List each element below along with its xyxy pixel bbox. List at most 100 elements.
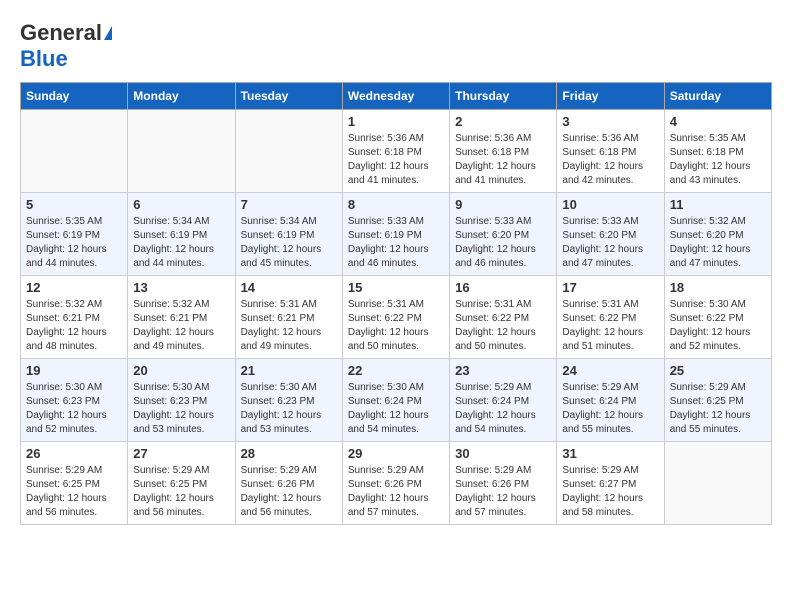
day-number: 4 bbox=[670, 114, 766, 129]
day-number: 31 bbox=[562, 446, 658, 461]
day-number: 9 bbox=[455, 197, 551, 212]
calendar-cell bbox=[664, 442, 771, 525]
day-info: Sunrise: 5:35 AM Sunset: 6:19 PM Dayligh… bbox=[26, 215, 122, 271]
day-info: Sunrise: 5:32 AM Sunset: 6:21 PM Dayligh… bbox=[133, 298, 229, 354]
calendar-header-saturday: Saturday bbox=[664, 83, 771, 110]
calendar-week-row: 26 Sunrise: 5:29 AM Sunset: 6:25 PM Dayli… bbox=[21, 442, 772, 525]
calendar-cell: 2 Sunrise: 5:36 AM Sunset: 6:18 PM Daylig… bbox=[450, 110, 557, 193]
day-info: Sunrise: 5:33 AM Sunset: 6:20 PM Dayligh… bbox=[455, 215, 551, 271]
day-number: 18 bbox=[670, 280, 766, 295]
day-number: 30 bbox=[455, 446, 551, 461]
day-info: Sunrise: 5:30 AM Sunset: 6:23 PM Dayligh… bbox=[241, 381, 337, 437]
day-number: 16 bbox=[455, 280, 551, 295]
day-number: 21 bbox=[241, 363, 337, 378]
day-info: Sunrise: 5:29 AM Sunset: 6:25 PM Dayligh… bbox=[670, 381, 766, 437]
day-info: Sunrise: 5:31 AM Sunset: 6:22 PM Dayligh… bbox=[348, 298, 444, 354]
calendar-cell: 15 Sunrise: 5:31 AM Sunset: 6:22 PM Dayli… bbox=[342, 276, 449, 359]
calendar-header-friday: Friday bbox=[557, 83, 664, 110]
logo-blue-text: Blue bbox=[20, 46, 68, 72]
calendar-header-thursday: Thursday bbox=[450, 83, 557, 110]
day-info: Sunrise: 5:32 AM Sunset: 6:20 PM Dayligh… bbox=[670, 215, 766, 271]
day-info: Sunrise: 5:29 AM Sunset: 6:27 PM Dayligh… bbox=[562, 464, 658, 520]
calendar-cell bbox=[235, 110, 342, 193]
calendar-cell: 22 Sunrise: 5:30 AM Sunset: 6:24 PM Dayli… bbox=[342, 359, 449, 442]
day-number: 29 bbox=[348, 446, 444, 461]
day-info: Sunrise: 5:35 AM Sunset: 6:18 PM Dayligh… bbox=[670, 132, 766, 188]
calendar-cell: 9 Sunrise: 5:33 AM Sunset: 6:20 PM Daylig… bbox=[450, 193, 557, 276]
day-info: Sunrise: 5:29 AM Sunset: 6:24 PM Dayligh… bbox=[562, 381, 658, 437]
calendar-week-row: 19 Sunrise: 5:30 AM Sunset: 6:23 PM Dayli… bbox=[21, 359, 772, 442]
calendar-cell: 12 Sunrise: 5:32 AM Sunset: 6:21 PM Dayli… bbox=[21, 276, 128, 359]
calendar-cell: 4 Sunrise: 5:35 AM Sunset: 6:18 PM Daylig… bbox=[664, 110, 771, 193]
calendar-cell: 18 Sunrise: 5:30 AM Sunset: 6:22 PM Dayli… bbox=[664, 276, 771, 359]
day-info: Sunrise: 5:31 AM Sunset: 6:22 PM Dayligh… bbox=[455, 298, 551, 354]
day-info: Sunrise: 5:29 AM Sunset: 6:26 PM Dayligh… bbox=[455, 464, 551, 520]
day-info: Sunrise: 5:30 AM Sunset: 6:23 PM Dayligh… bbox=[133, 381, 229, 437]
calendar-cell: 7Sunrise: 5:34 AM Sunset: 6:19 PM Daylig… bbox=[235, 193, 342, 276]
calendar-cell: 6 Sunrise: 5:34 AM Sunset: 6:19 PM Daylig… bbox=[128, 193, 235, 276]
calendar-cell: 29 Sunrise: 5:29 AM Sunset: 6:26 PM Dayli… bbox=[342, 442, 449, 525]
calendar-table: SundayMondayTuesdayWednesdayThursdayFrid… bbox=[20, 82, 772, 525]
day-info: Sunrise: 5:32 AM Sunset: 6:21 PM Dayligh… bbox=[26, 298, 122, 354]
day-info: Sunrise: 5:29 AM Sunset: 6:26 PM Dayligh… bbox=[241, 464, 337, 520]
day-info: Sunrise: 5:34 AM Sunset: 6:19 PM Dayligh… bbox=[241, 215, 337, 271]
calendar-header-tuesday: Tuesday bbox=[235, 83, 342, 110]
calendar-cell: 17Sunrise: 5:31 AM Sunset: 6:22 PM Dayli… bbox=[557, 276, 664, 359]
calendar-cell: 26Sunrise: 5:29 AM Sunset: 6:25 PM Dayli… bbox=[21, 442, 128, 525]
day-number: 22 bbox=[348, 363, 444, 378]
day-number: 24 bbox=[562, 363, 658, 378]
calendar-cell bbox=[128, 110, 235, 193]
calendar-header-sunday: Sunday bbox=[21, 83, 128, 110]
day-info: Sunrise: 5:30 AM Sunset: 6:22 PM Dayligh… bbox=[670, 298, 766, 354]
calendar-cell: 16 Sunrise: 5:31 AM Sunset: 6:22 PM Dayli… bbox=[450, 276, 557, 359]
calendar-cell bbox=[21, 110, 128, 193]
day-number: 28 bbox=[241, 446, 337, 461]
page-header: General Blue bbox=[20, 20, 772, 72]
calendar-cell: 14Sunrise: 5:31 AM Sunset: 6:21 PM Dayli… bbox=[235, 276, 342, 359]
day-info: Sunrise: 5:30 AM Sunset: 6:24 PM Dayligh… bbox=[348, 381, 444, 437]
calendar-header-row: SundayMondayTuesdayWednesdayThursdayFrid… bbox=[21, 83, 772, 110]
day-info: Sunrise: 5:29 AM Sunset: 6:24 PM Dayligh… bbox=[455, 381, 551, 437]
logo: General Blue bbox=[20, 20, 112, 72]
day-number: 2 bbox=[455, 114, 551, 129]
day-number: 1 bbox=[348, 114, 444, 129]
day-info: Sunrise: 5:36 AM Sunset: 6:18 PM Dayligh… bbox=[562, 132, 658, 188]
day-number: 15 bbox=[348, 280, 444, 295]
day-info: Sunrise: 5:30 AM Sunset: 6:23 PM Dayligh… bbox=[26, 381, 122, 437]
day-number: 5 bbox=[26, 197, 122, 212]
calendar-week-row: 1 Sunrise: 5:36 AM Sunset: 6:18 PM Daylig… bbox=[21, 110, 772, 193]
day-info: Sunrise: 5:34 AM Sunset: 6:19 PM Dayligh… bbox=[133, 215, 229, 271]
calendar-cell: 11 Sunrise: 5:32 AM Sunset: 6:20 PM Dayli… bbox=[664, 193, 771, 276]
day-number: 6 bbox=[133, 197, 229, 212]
calendar-cell: 20Sunrise: 5:30 AM Sunset: 6:23 PM Dayli… bbox=[128, 359, 235, 442]
day-number: 8 bbox=[348, 197, 444, 212]
day-number: 10 bbox=[562, 197, 658, 212]
day-info: Sunrise: 5:29 AM Sunset: 6:26 PM Dayligh… bbox=[348, 464, 444, 520]
calendar-cell: 24 Sunrise: 5:29 AM Sunset: 6:24 PM Dayli… bbox=[557, 359, 664, 442]
calendar-cell: 25 Sunrise: 5:29 AM Sunset: 6:25 PM Dayli… bbox=[664, 359, 771, 442]
calendar-cell: 1Sunrise: 5:36 AM Sunset: 6:18 PM Daylig… bbox=[342, 110, 449, 193]
calendar-cell: 30 Sunrise: 5:29 AM Sunset: 6:26 PM Dayli… bbox=[450, 442, 557, 525]
calendar-cell: 23Sunrise: 5:29 AM Sunset: 6:24 PM Dayli… bbox=[450, 359, 557, 442]
day-number: 25 bbox=[670, 363, 766, 378]
day-number: 11 bbox=[670, 197, 766, 212]
day-number: 12 bbox=[26, 280, 122, 295]
calendar-cell: 5 Sunrise: 5:35 AM Sunset: 6:19 PM Daylig… bbox=[21, 193, 128, 276]
calendar-header-wednesday: Wednesday bbox=[342, 83, 449, 110]
day-info: Sunrise: 5:33 AM Sunset: 6:19 PM Dayligh… bbox=[348, 215, 444, 271]
calendar-cell: 13 Sunrise: 5:32 AM Sunset: 6:21 PM Dayli… bbox=[128, 276, 235, 359]
calendar-cell: 27Sunrise: 5:29 AM Sunset: 6:25 PM Dayli… bbox=[128, 442, 235, 525]
calendar-cell: 3Sunrise: 5:36 AM Sunset: 6:18 PM Daylig… bbox=[557, 110, 664, 193]
day-number: 13 bbox=[133, 280, 229, 295]
day-info: Sunrise: 5:29 AM Sunset: 6:25 PM Dayligh… bbox=[133, 464, 229, 520]
logo-icon bbox=[104, 26, 112, 40]
day-info: Sunrise: 5:33 AM Sunset: 6:20 PM Dayligh… bbox=[562, 215, 658, 271]
day-number: 19 bbox=[26, 363, 122, 378]
day-info: Sunrise: 5:31 AM Sunset: 6:22 PM Dayligh… bbox=[562, 298, 658, 354]
day-info: Sunrise: 5:36 AM Sunset: 6:18 PM Dayligh… bbox=[455, 132, 551, 188]
day-number: 26 bbox=[26, 446, 122, 461]
calendar-week-row: 5 Sunrise: 5:35 AM Sunset: 6:19 PM Daylig… bbox=[21, 193, 772, 276]
calendar-cell: 8 Sunrise: 5:33 AM Sunset: 6:19 PM Daylig… bbox=[342, 193, 449, 276]
calendar-cell: 10 Sunrise: 5:33 AM Sunset: 6:20 PM Dayli… bbox=[557, 193, 664, 276]
calendar-cell: 28 Sunrise: 5:29 AM Sunset: 6:26 PM Dayli… bbox=[235, 442, 342, 525]
